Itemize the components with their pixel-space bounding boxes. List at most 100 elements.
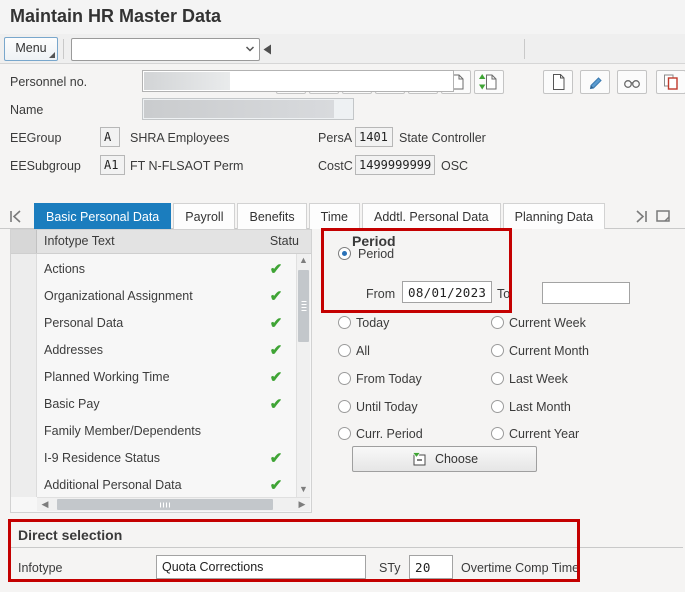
eegroup-value[interactable]: A: [100, 127, 120, 147]
personnel-no-input[interactable]: [142, 70, 454, 92]
list-header: Infotype Text Statu: [11, 230, 311, 254]
tab-basic-personal-data[interactable]: Basic Personal Data: [34, 203, 171, 229]
sty-input[interactable]: [409, 555, 453, 579]
radio-current-month-label: Current Month: [509, 344, 589, 358]
copy-icon: [661, 72, 681, 92]
list-item-personal-data[interactable]: Personal Data ✔: [38, 310, 296, 337]
radio-period-label: Period: [358, 247, 394, 261]
collapse-toolbar-icon[interactable]: [263, 44, 272, 55]
vertical-scroll-thumb[interactable]: [298, 270, 309, 342]
vertical-scrollbar[interactable]: ▲ ▼: [296, 254, 310, 497]
list-item-planned-working-time[interactable]: Planned Working Time ✔: [38, 364, 296, 391]
page-title: Maintain HR Master Data: [10, 6, 221, 27]
eegroup-text: SHRA Employees: [130, 131, 229, 145]
status-check-icon: ✔: [266, 337, 286, 364]
scroll-right-icon[interactable]: ▶: [296, 498, 308, 510]
to-label: To: [497, 287, 510, 301]
status-check-icon: ✔: [266, 310, 286, 337]
list-item-actions[interactable]: Actions ✔: [38, 256, 296, 283]
eesubgroup-text: FT N-FLSAOT Perm: [130, 159, 243, 173]
tab-addtl-personal-data[interactable]: Addtl. Personal Data: [362, 203, 501, 229]
list-item-addresses[interactable]: Addresses ✔: [38, 337, 296, 364]
display-button[interactable]: [617, 70, 647, 94]
radio-until-today[interactable]: [338, 400, 351, 413]
radio-today[interactable]: [338, 316, 351, 329]
radio-today-label: Today: [356, 316, 389, 330]
horizontal-scroll-thumb[interactable]: [57, 499, 273, 510]
radio-period[interactable]: [338, 247, 351, 260]
eegroup-label: EEGroup: [10, 131, 61, 145]
costc-value[interactable]: 1499999999: [355, 155, 435, 175]
list-item-organizational-assignment[interactable]: Organizational Assignment ✔: [38, 283, 296, 310]
from-label: From: [366, 287, 395, 301]
infotype-list-panel: Infotype Text Statu Actions ✔ Organizati…: [10, 229, 312, 513]
list-item-additional-personal-data[interactable]: Additional Personal Data ✔: [38, 472, 296, 499]
scroll-up-icon[interactable]: ▲: [297, 254, 310, 268]
eesubgroup-value[interactable]: A1: [100, 155, 125, 175]
horizontal-scrollbar[interactable]: ◀ ▶: [37, 497, 310, 511]
radio-curr-period-label: Curr. Period: [356, 427, 423, 441]
costc-label: CostC: [318, 159, 353, 173]
direct-selection-divider: [10, 547, 683, 548]
radio-curr-period[interactable]: [338, 427, 351, 440]
radio-from-today[interactable]: [338, 372, 351, 385]
costc-text: OSC: [441, 159, 468, 173]
sty-label: STy: [379, 561, 401, 575]
radio-last-month-label: Last Month: [509, 400, 571, 414]
persa-value[interactable]: 1401: [355, 127, 393, 147]
radio-current-month[interactable]: [491, 344, 504, 357]
radio-all[interactable]: [338, 344, 351, 357]
chevron-down-icon[interactable]: [244, 43, 256, 55]
sap-window: Maintain HR Master Data Menu: [0, 0, 685, 592]
menu-corner-icon: [49, 52, 55, 58]
personnel-no-label: Personnel no.: [10, 75, 87, 89]
to-date-input[interactable]: [542, 282, 630, 304]
create-button[interactable]: [543, 70, 573, 94]
tab-benefits[interactable]: Benefits: [237, 203, 306, 229]
choose-icon: [411, 451, 428, 468]
list-item-family-member-dependents[interactable]: Family Member/Dependents: [38, 418, 296, 445]
tabs-scroll-left-icon[interactable]: [8, 210, 24, 223]
from-date-input[interactable]: [402, 281, 492, 303]
scroll-left-icon[interactable]: ◀: [39, 498, 51, 510]
choose-button-label: Choose: [435, 452, 478, 466]
tab-time[interactable]: Time: [309, 203, 360, 229]
infotype-input[interactable]: [156, 555, 366, 579]
list-item-i9-residence-status[interactable]: I-9 Residence Status ✔: [38, 445, 296, 472]
radio-current-year[interactable]: [491, 427, 504, 440]
list-selection-column-header[interactable]: [11, 230, 37, 253]
last-page-button[interactable]: [474, 70, 504, 94]
column-header-infotype-text: Infotype Text: [44, 234, 115, 248]
toolbar: Menu: [0, 34, 685, 64]
copy-button[interactable]: [656, 70, 685, 94]
list-item-basic-pay[interactable]: Basic Pay ✔: [38, 391, 296, 418]
radio-last-week[interactable]: [491, 372, 504, 385]
command-field: [71, 38, 260, 61]
status-check-icon: ✔: [266, 256, 286, 283]
list-selection-column[interactable]: [11, 254, 37, 497]
radio-last-month[interactable]: [491, 400, 504, 413]
command-input[interactable]: [74, 40, 238, 59]
tabs-scroll-right-icon[interactable]: [633, 210, 649, 223]
status-check-icon: ✔: [266, 283, 286, 310]
choose-button[interactable]: Choose: [352, 446, 537, 472]
name-field[interactable]: [142, 98, 354, 120]
status-check-icon: ✔: [266, 445, 286, 472]
scroll-down-icon[interactable]: ▼: [297, 483, 310, 497]
menu-button-label: Menu: [15, 41, 46, 55]
infotype-label: Infotype: [18, 561, 62, 575]
name-label: Name: [10, 103, 43, 117]
glasses-icon: [622, 72, 642, 92]
tab-planning-data[interactable]: Planning Data: [503, 203, 606, 229]
menu-button[interactable]: Menu: [4, 37, 58, 61]
persa-label: PersA: [318, 131, 352, 145]
tab-payroll[interactable]: Payroll: [173, 203, 235, 229]
status-check-icon: ✔: [266, 391, 286, 418]
status-check-icon: ✔: [266, 472, 286, 499]
change-button[interactable]: [580, 70, 610, 94]
detach-tab-icon[interactable]: [655, 208, 672, 224]
column-header-status: Statu: [270, 234, 299, 248]
radio-current-week[interactable]: [491, 316, 504, 329]
persa-text: State Controller: [399, 131, 486, 145]
radio-current-year-label: Current Year: [509, 427, 579, 441]
